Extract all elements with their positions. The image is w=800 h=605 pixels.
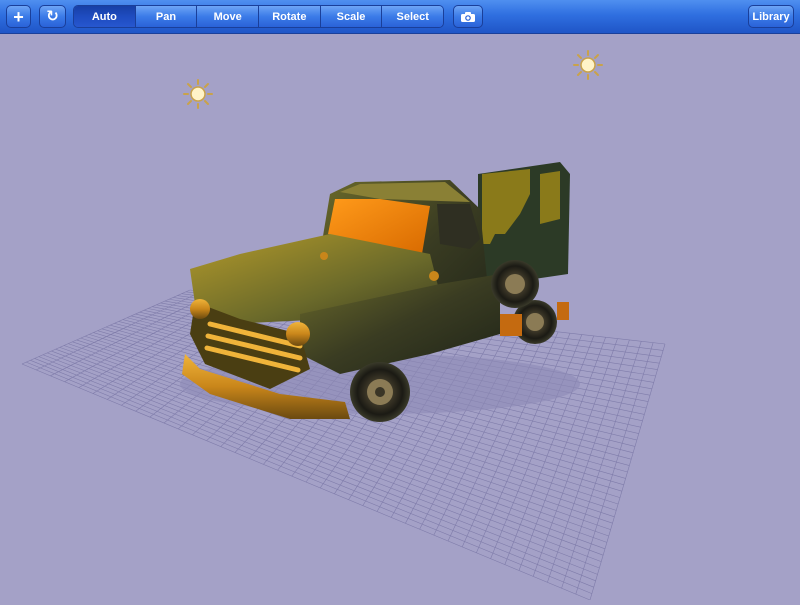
library-button[interactable]: Library [748, 5, 794, 28]
mode-auto[interactable]: Auto [74, 6, 135, 27]
mode-pan[interactable]: Pan [134, 6, 197, 27]
3d-viewport[interactable] [0, 34, 800, 601]
light-icon[interactable] [573, 50, 603, 80]
light-icon[interactable] [183, 79, 213, 109]
mode-rotate[interactable]: Rotate [258, 6, 320, 27]
mode-scale[interactable]: Scale [319, 6, 382, 27]
scene-canvas [21, 50, 666, 601]
toolbar: + ↻ Auto Pan Move Rotate Scale Select Li… [0, 0, 800, 34]
add-button[interactable]: + [6, 5, 31, 28]
mode-move[interactable]: Move [196, 6, 259, 27]
mode-segmented-control: Auto Pan Move Rotate Scale Select [73, 5, 444, 28]
refresh-button[interactable]: ↻ [39, 5, 66, 28]
plus-icon: + [13, 6, 24, 27]
mode-select[interactable]: Select [381, 6, 443, 27]
library-label: Library [752, 10, 790, 23]
refresh-icon: ↻ [46, 8, 59, 25]
camera-icon [461, 11, 475, 22]
truck-model[interactable] [180, 162, 580, 422]
snapshot-button[interactable] [453, 5, 483, 28]
